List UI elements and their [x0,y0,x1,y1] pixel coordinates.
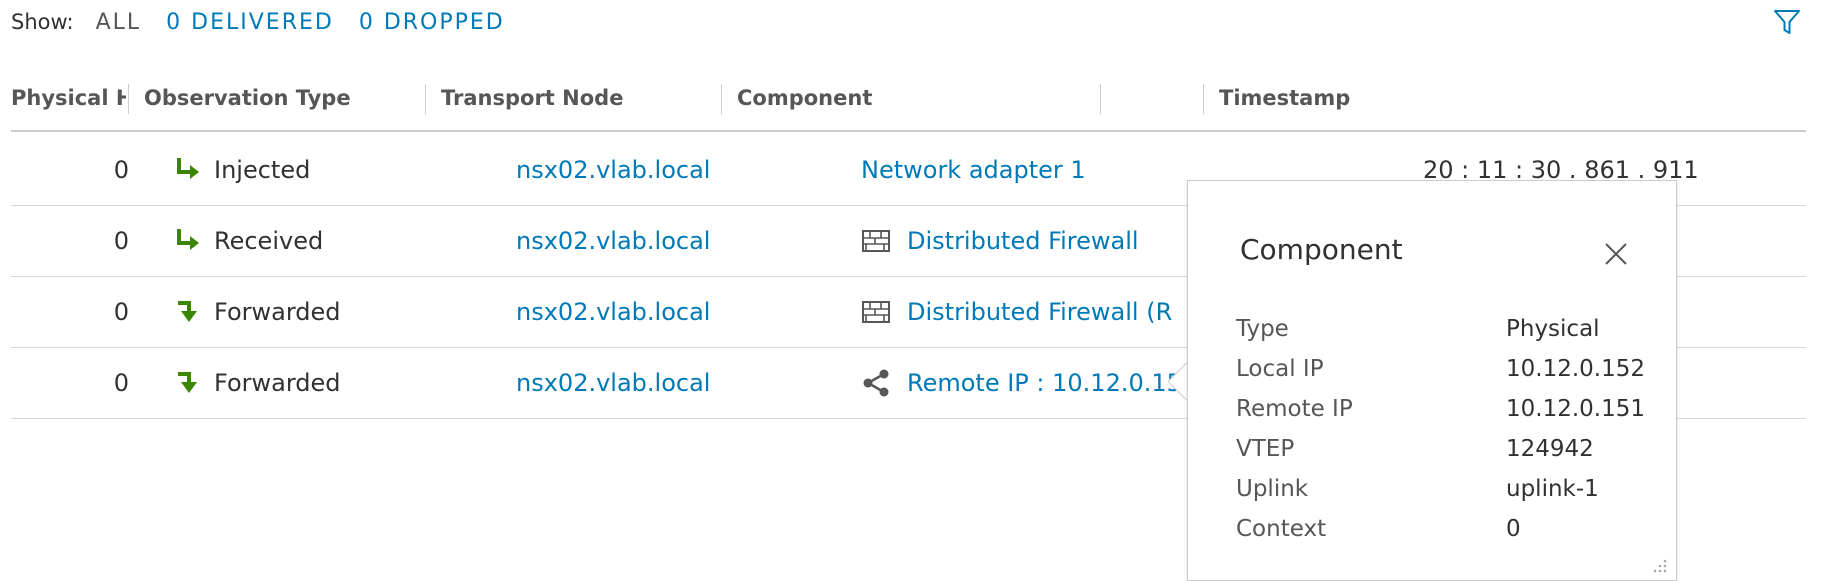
column-header-timestamp[interactable]: Timestamp [1219,78,1350,130]
show-dropped-option[interactable]: 0 DROPPED [359,10,505,35]
component-cell[interactable]: Remote IP : 10.12.0.15 [861,348,1191,418]
hop-cell: 0 [113,156,129,184]
traceflow-observations-view: Show: ALL 0 DELIVERED 0 DROPPED Physical… [0,0,1827,581]
field-label: Context [1236,516,1327,542]
hop-cell: 0 [113,227,129,255]
popover-title: Component [1240,233,1403,266]
column-header-transport-node[interactable]: Transport Node [441,78,623,130]
observation-cell: Forwarded [174,348,341,418]
show-delivered-option[interactable]: 0 DELIVERED [166,10,334,35]
show-all-option[interactable]: ALL [96,10,142,35]
table-header: Physical Ho Observation Type Transport N… [11,78,1806,132]
popover-field-context: Context 0 [1236,516,1656,556]
field-value: 10.12.0.152 [1506,356,1645,382]
popover-field-type: Type Physical [1236,316,1656,356]
share-icon [863,369,889,397]
arrow-down-icon [178,301,197,322]
component-cell[interactable]: Distributed Firewall [861,206,1191,276]
close-icon[interactable] [1603,241,1629,267]
field-label: VTEP [1236,436,1295,462]
transport-node-link[interactable]: nsx02.vlab.local [516,277,710,347]
observation-cell: Received [174,206,323,276]
column-divider[interactable] [128,84,129,114]
column-divider[interactable] [1203,84,1204,114]
observation-label: Forwarded [214,298,341,326]
field-value: 10.12.0.151 [1506,396,1645,422]
arrow-down-right-icon [177,229,199,250]
component-link[interactable]: Network adapter 1 [861,135,1086,205]
transport-node-link[interactable]: nsx02.vlab.local [516,135,710,205]
column-divider[interactable] [1100,84,1101,114]
transport-node-link[interactable]: nsx02.vlab.local [516,206,710,276]
field-value: 0 [1506,516,1521,542]
field-value: Physical [1506,316,1600,342]
observation-label: Received [214,227,324,255]
column-divider[interactable] [721,84,722,114]
observation-cell: Injected [174,135,310,205]
show-filter-bar: Show: ALL 0 DELIVERED 0 DROPPED [11,6,530,38]
popover-field-vtep: VTEP 124942 [1236,436,1656,476]
component-link[interactable]: Remote IP : 10.12.0.15 [907,348,1182,418]
firewall-icon [862,230,890,252]
column-header-physical-hop[interactable]: Physical Ho [11,78,126,130]
transport-node-link[interactable]: nsx02.vlab.local [516,348,710,418]
column-header-observation-type[interactable]: Observation Type [144,78,351,130]
component-cell[interactable]: Distributed Firewall (R [861,277,1191,347]
field-value: uplink-1 [1506,476,1599,502]
filter-icon[interactable] [1772,8,1802,36]
observation-cell: Forwarded [174,277,341,347]
component-link[interactable]: Distributed Firewall [907,206,1139,276]
component-link[interactable]: Distributed Firewall (R [907,277,1172,347]
popover-field-uplink: Uplink uplink-1 [1236,476,1656,516]
arrow-down-right-icon [177,158,199,179]
show-label: Show: [11,10,74,34]
field-value: 124942 [1506,436,1594,462]
observation-label: Forwarded [214,369,341,397]
hop-cell: 0 [113,298,129,326]
column-header-component[interactable]: Component [737,78,872,130]
column-divider[interactable] [425,84,426,114]
field-label: Local IP [1236,356,1324,382]
resize-grip-icon[interactable] [1648,556,1668,576]
component-cell[interactable]: Network adapter 1 [861,135,1191,205]
field-label: Type [1236,316,1289,342]
popover-field-local-ip: Local IP 10.12.0.152 [1236,356,1656,396]
firewall-icon [862,301,890,323]
field-label: Remote IP [1236,396,1353,422]
observation-label: Injected [214,156,311,184]
arrow-down-icon [178,372,197,393]
field-label: Uplink [1236,476,1309,502]
popover-field-remote-ip: Remote IP 10.12.0.151 [1236,396,1656,436]
component-popover: Component Type Physical Local IP 10.12.0… [1187,180,1677,581]
hop-cell: 0 [113,369,129,397]
